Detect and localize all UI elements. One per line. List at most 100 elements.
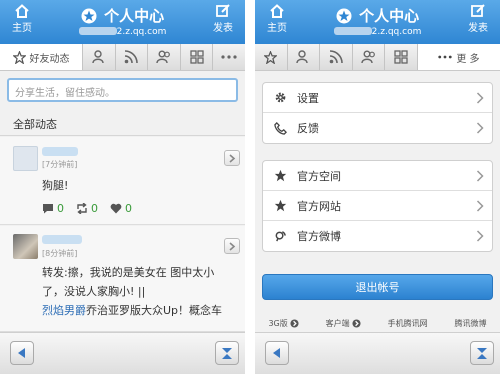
menu-item-official-weibo[interactable]: 官方微博 bbox=[263, 221, 492, 251]
comment-icon bbox=[43, 204, 53, 214]
feed-title: 全部动态 bbox=[0, 112, 245, 136]
menu-item-label: 官方网站 bbox=[297, 199, 341, 213]
blurred-text bbox=[78, 27, 117, 35]
back-arrow-icon bbox=[273, 348, 280, 358]
post-stats: 0 0 0 bbox=[42, 202, 132, 215]
heart-icon bbox=[110, 203, 122, 214]
post-detail-button[interactable] bbox=[224, 150, 240, 166]
collapse-icon bbox=[477, 348, 487, 359]
user-name-blurred bbox=[42, 147, 78, 156]
edit-icon bbox=[471, 4, 485, 17]
top-bar: 主页 个人中心 2.z.qq.com 发表 bbox=[255, 0, 500, 44]
bottom-bar bbox=[255, 332, 500, 374]
menu-item-label: 官方空间 bbox=[297, 169, 341, 183]
menu-item-settings[interactable]: 设置 bbox=[263, 83, 492, 113]
subdomain-suffix: 2.z.qq.com bbox=[116, 27, 167, 37]
person-icon bbox=[92, 50, 104, 64]
menu-item-label: 反馈 bbox=[297, 122, 319, 135]
logout-button[interactable]: 退出帐号 bbox=[262, 274, 493, 300]
scroll-top-button[interactable] bbox=[470, 341, 494, 365]
screens: 主页 个人中心 2.z.qq.com 发表 好友动态 分享生活，留住感动。 全部… bbox=[0, 0, 500, 374]
gear-icon bbox=[275, 92, 285, 103]
tab-people[interactable] bbox=[353, 44, 386, 70]
chevron-right-icon bbox=[476, 200, 484, 212]
menu-item-official-site[interactable]: 官方网站 bbox=[263, 191, 492, 221]
blurred-text bbox=[333, 27, 372, 35]
chevron-right-icon bbox=[476, 170, 484, 182]
back-arrow-icon bbox=[18, 348, 25, 358]
collapse-icon bbox=[222, 348, 232, 359]
post-text: 狗腿! bbox=[42, 179, 69, 192]
composer-input[interactable]: 分享生活，留住感动。 bbox=[7, 78, 238, 102]
menu-item-official-space[interactable]: 官方空间 bbox=[263, 161, 492, 191]
repost-count[interactable]: 0 bbox=[76, 202, 98, 215]
tab-rss[interactable] bbox=[116, 44, 149, 70]
user-name-blurred bbox=[42, 235, 82, 244]
post-button[interactable]: 发表 bbox=[203, 4, 243, 34]
star-icon bbox=[12, 50, 26, 64]
footer-link-mobile-qq[interactable]: 手机腾讯网 bbox=[388, 318, 428, 329]
chevron-right-icon bbox=[476, 122, 484, 134]
author-link[interactable]: 烈焰男爵 bbox=[42, 304, 86, 317]
back-button[interactable] bbox=[265, 341, 289, 365]
tab-more[interactable]: 更 多 bbox=[417, 44, 500, 70]
comment-count[interactable]: 0 bbox=[42, 202, 64, 215]
repost-icon bbox=[77, 203, 87, 214]
back-button[interactable] bbox=[10, 341, 34, 365]
feed-screen: 主页 个人中心 2.z.qq.com 发表 好友动态 分享生活，留住感动。 全部… bbox=[0, 0, 245, 374]
people-icon bbox=[360, 50, 375, 64]
tab-rss[interactable] bbox=[320, 44, 353, 70]
footer-link-3g[interactable]: 3G版 bbox=[268, 318, 299, 329]
tab-friend-feed[interactable] bbox=[255, 44, 288, 70]
footer-link-client[interactable]: 客户端 bbox=[326, 318, 361, 329]
chevron-right-icon bbox=[229, 242, 236, 251]
more-icon bbox=[438, 55, 452, 59]
tab-label: 更 多 bbox=[456, 53, 480, 65]
grid-icon bbox=[394, 50, 408, 64]
post-button[interactable]: 发表 bbox=[458, 4, 498, 34]
star-icon bbox=[274, 169, 286, 182]
arrow-circle-icon bbox=[352, 319, 361, 328]
avatar bbox=[13, 234, 38, 259]
menu-item-feedback[interactable]: 反馈 bbox=[263, 113, 492, 143]
post-label: 发表 bbox=[468, 23, 488, 34]
like-count[interactable]: 0 bbox=[110, 202, 132, 215]
tab-apps[interactable] bbox=[181, 44, 214, 70]
top-bar: 主页 个人中心 2.z.qq.com 发表 bbox=[0, 0, 245, 44]
more-icon bbox=[221, 55, 237, 59]
tab-more[interactable] bbox=[213, 44, 245, 70]
tab-apps[interactable] bbox=[385, 44, 418, 70]
tab-friend-feed[interactable]: 好友动态 bbox=[0, 44, 84, 70]
tab-bar: 更 多 bbox=[255, 44, 500, 71]
feed-post[interactable]: [8分钟前] 转发:擦，我说的是美女在 图中太小了，没说人家胸小! || 烈焰男… bbox=[0, 226, 245, 332]
chevron-right-icon bbox=[476, 92, 484, 104]
tab-friend[interactable] bbox=[83, 44, 116, 70]
menu-group-official: 官方空间 官方网站 官方微博 bbox=[262, 160, 493, 252]
tab-label: 好友动态 bbox=[29, 53, 70, 65]
footer-links: 3G版 客户端 手机腾讯网 腾讯微博 bbox=[255, 318, 500, 329]
post-time: [8分钟前] bbox=[42, 249, 78, 258]
tab-people[interactable] bbox=[148, 44, 181, 70]
avatar bbox=[13, 146, 38, 171]
bottom-bar bbox=[0, 332, 245, 374]
feed-post[interactable]: [7分钟前] 狗腿! 0 0 0 bbox=[0, 137, 245, 225]
scroll-top-button[interactable] bbox=[215, 341, 239, 365]
footer-link-tencent-weibo[interactable]: 腾讯微博 bbox=[455, 318, 487, 329]
post-text: 转发:擦，我说的是美女在 图中太小了，没说人家胸小! || 烈焰男爵乔治亚罗版大… bbox=[42, 263, 225, 320]
post-text-main: 转发:擦，我说的是美女在 图中太小了，没说人家胸小! || bbox=[42, 266, 215, 298]
chevron-right-icon bbox=[476, 230, 484, 242]
rss-icon bbox=[329, 50, 343, 64]
people-icon bbox=[156, 50, 170, 64]
star-icon bbox=[264, 50, 278, 64]
weibo-icon bbox=[275, 230, 286, 241]
title-text: 个人中心 bbox=[359, 7, 420, 25]
grid-icon bbox=[189, 50, 204, 64]
menu-item-label: 官方微博 bbox=[297, 230, 341, 243]
post-detail-button[interactable] bbox=[224, 238, 240, 254]
star-logo-icon bbox=[81, 8, 97, 24]
post-label: 发表 bbox=[213, 23, 233, 34]
tab-friend[interactable] bbox=[288, 44, 321, 70]
post-text-tail: 乔治亚罗版大众Up！概念车 bbox=[86, 304, 223, 317]
menu-group-settings: 设置 反馈 bbox=[262, 82, 493, 144]
edit-icon bbox=[216, 4, 230, 17]
